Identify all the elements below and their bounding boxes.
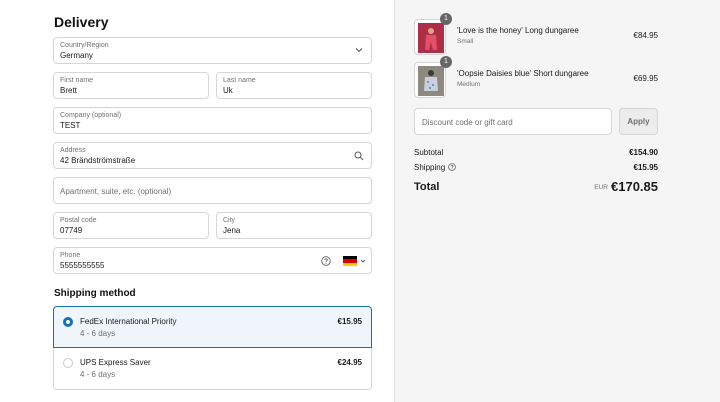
item-price: €84.95 [633,31,658,40]
postal-code-value: 07749 [60,226,83,235]
country-value: Germany [60,51,93,60]
phone-value: 5555555555 [60,261,105,270]
last-name-value: Uk [223,86,233,95]
help-circle-icon[interactable] [321,256,331,266]
currency-code: EUR [594,184,608,191]
shipping-option-ups[interactable]: UPS Express Saver 4 - 6 days €24.95 [53,348,372,390]
subtotal-value: €154.90 [629,148,658,157]
shipping-method-heading: Shipping method [54,288,136,299]
discount-placeholder: Discount code or gift card [422,118,513,127]
discount-code-input[interactable]: Discount code or gift card [414,108,612,135]
product-image [414,19,446,55]
city-field[interactable]: City Jena [216,212,372,239]
cart-item: 1 'Oopsie Daisies blue' Short dungaree M… [414,56,658,98]
shipping-label-wrap: Shipping [414,163,456,172]
quantity-badge: 1 [440,13,452,25]
item-variant: Medium [457,81,481,88]
last-name-field[interactable]: Last name Uk [216,72,372,99]
shipping-option-name: FedEx International Priority [80,317,177,326]
city-value: Jena [223,226,241,235]
last-name-label: Last name [223,77,256,84]
item-price: €69.95 [633,74,658,83]
total-label: Total [414,181,440,193]
shipping-option-name: UPS Express Saver [80,358,151,367]
item-name: 'Oopsie Daisies blue' Short dungaree [457,69,589,78]
product-image [414,62,446,98]
item-variant: Small [457,38,474,45]
country-label: Country/Region [60,42,109,49]
first-name-label: First name [60,77,94,84]
subtotal-label: Subtotal [414,148,444,157]
quantity-badge: 1 [440,56,452,68]
germany-flag-icon[interactable] [343,256,357,266]
delivery-heading: Delivery [54,14,109,30]
company-field[interactable]: Company (optional) TEST [53,107,372,134]
company-value: TEST [60,121,81,130]
country-select[interactable]: Country/Region Germany [53,37,372,64]
phone-label: Phone [60,252,81,259]
shipping-option-price: €15.95 [337,317,362,326]
item-name: 'Love is the honey' Long dungaree [457,26,579,35]
radio-unselected-icon[interactable] [63,358,73,368]
shipping-value: €15.95 [633,163,658,172]
city-label: City [223,217,236,224]
chevron-down-icon[interactable] [360,258,366,264]
address-label: Address [60,147,86,154]
address-value: 42 Brändströmstraße [60,156,136,165]
cart-item: 1 'Love is the honey' Long dungaree Smal… [414,13,658,55]
apply-button[interactable]: Apply [619,108,658,135]
shipping-label: Shipping [414,163,446,172]
apartment-field[interactable]: Apartment, suite, etc. (optional) [53,177,372,204]
first-name-field[interactable]: First name Brett [53,72,209,99]
search-icon[interactable] [354,151,364,161]
total-value: €170.85 [611,179,658,194]
address-field[interactable]: Address 42 Brändströmstraße [53,142,372,169]
postal-code-label: Postal code [60,217,97,224]
shipping-option-days: 4 - 6 days [80,370,116,379]
shipping-option-price: €24.95 [337,358,362,367]
company-label: Company (optional) [60,112,122,119]
shipping-option-fedex[interactable]: FedEx International Priority 4 - 6 days … [53,306,372,348]
chevron-down-icon [355,48,363,53]
shipping-option-days: 4 - 6 days [80,329,116,338]
radio-selected-icon[interactable] [63,317,73,327]
postal-code-field[interactable]: Postal code 07749 [53,212,209,239]
apartment-placeholder: Apartment, suite, etc. (optional) [60,187,172,196]
help-circle-icon[interactable] [448,163,456,171]
first-name-value: Brett [60,86,77,95]
phone-field[interactable]: Phone 5555555555 [53,247,372,274]
